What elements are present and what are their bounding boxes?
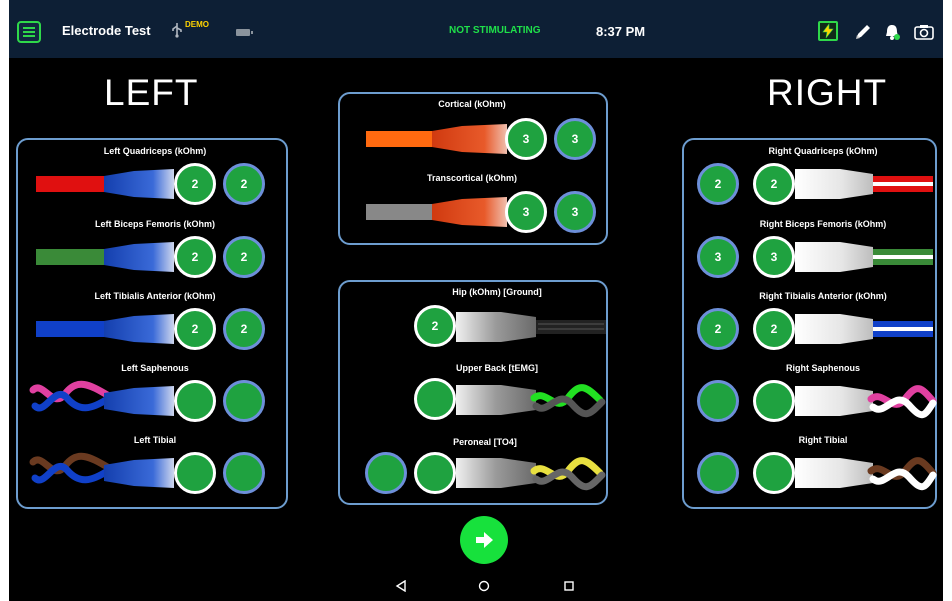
recent-apps-square-icon[interactable] [561,578,577,594]
clock-time: 8:37 PM [596,24,646,39]
electrode-contact[interactable]: 2 [697,163,739,205]
electrode-contact[interactable]: 2 [753,308,795,350]
electrode-contact[interactable] [223,452,265,494]
twisted-wire-pair [29,452,113,484]
channel-label: Peroneal [TO4] [453,437,517,447]
electrode-wire [36,249,106,265]
channel-label: Right Quadriceps (kOhm) [768,146,878,156]
channel-label: Left Tibial [133,435,177,445]
electrode-wire [36,321,106,337]
electrode-contact[interactable] [223,380,265,422]
electrode-contact[interactable]: 3 [505,191,547,233]
twisted-wire-pair [29,380,113,412]
electrode-contact[interactable] [753,452,795,494]
electrode-sleeve [795,169,933,199]
channel-label: Right Tibialis Anterior (kOhm) [759,291,887,301]
channel-label: Left Tibialis Anterior (kOhm) [94,291,216,301]
channel-label: Left Saphenous [121,363,189,373]
hamburger-menu-icon[interactable] [17,21,41,43]
electrode-sleeve [104,169,174,199]
electrode-sleeve [104,314,174,344]
stimulation-status: NOT STIMULATING [449,25,541,36]
usb-icon [171,22,183,38]
back-triangle-icon[interactable] [393,578,409,594]
top-status-bar: Electrode Test DEMO NOT STIMULATING 8:37… [9,0,943,58]
electrode-contact[interactable]: 2 [223,308,265,350]
electrode-wire [36,176,106,192]
app-screen: Electrode Test DEMO NOT STIMULATING 8:37… [9,0,943,601]
channel-label: Cortical (kOhm) [438,99,506,109]
lightning-bolt-icon[interactable] [818,21,838,41]
electrode-sleeve [432,124,507,154]
electrode-contact[interactable]: 2 [223,236,265,278]
channel-label: Left Biceps Femoris (kOhm) [94,219,216,229]
demo-badge: DEMO [185,20,209,29]
electrode-sleeve [795,242,933,272]
system-navigation-bar [9,574,943,601]
right-title: RIGHT [767,72,888,113]
electrode-sleeve [456,457,606,491]
electrode-wire [366,204,434,220]
electrode-sleeve [456,384,606,418]
electrode-contact[interactable] [174,452,216,494]
electrode-sleeve [795,385,937,419]
arrow-right-icon [476,532,493,548]
app-title: Electrode Test [62,23,151,38]
left-title: LEFT [104,72,199,113]
electrode-contact[interactable]: 2 [174,163,216,205]
pencil-icon[interactable] [853,22,873,42]
electrode-contact[interactable] [697,452,739,494]
channel-label: Upper Back [tEMG] [455,363,539,373]
electrode-sleeve [432,197,507,227]
electrode-contact[interactable]: 3 [697,236,739,278]
battery-icon [236,29,253,36]
electrode-contact[interactable] [753,380,795,422]
channel-label: Right Saphenous [786,363,860,373]
electrode-wire [366,131,434,147]
electrode-contact[interactable]: 3 [505,118,547,160]
camera-icon[interactable] [913,23,935,41]
next-button[interactable] [460,516,508,564]
electrode-contact[interactable] [174,380,216,422]
electrode-sleeve [104,386,174,416]
electrode-sleeve [795,457,937,491]
electrode-contact[interactable]: 3 [554,191,596,233]
bell-icon[interactable] [882,22,902,42]
channel-label: Hip (kOhm) [Ground] [452,287,542,297]
electrode-sleeve [795,314,933,344]
electrode-sleeve [104,242,174,272]
electrode-contact[interactable]: 2 [223,163,265,205]
electrode-contact[interactable]: 2 [697,308,739,350]
electrode-contact[interactable]: 3 [554,118,596,160]
channel-label: Right Biceps Femoris (kOhm) [759,219,887,229]
electrode-sleeve [456,312,606,342]
electrode-contact[interactable]: 2 [414,305,456,347]
channel-label: Left Quadriceps (kOhm) [103,146,207,156]
electrode-contact[interactable] [414,378,456,420]
home-circle-icon[interactable] [476,578,492,594]
electrode-contact[interactable]: 2 [174,236,216,278]
electrode-contact[interactable] [697,380,739,422]
electrode-contact[interactable]: 2 [174,308,216,350]
electrode-contact[interactable]: 3 [753,236,795,278]
electrode-sleeve [104,458,174,488]
electrode-contact[interactable] [365,452,407,494]
channel-label: Right Tibial [798,435,848,445]
electrode-contact[interactable] [414,452,456,494]
channel-label: Transcortical (kOhm) [426,173,518,183]
electrode-contact[interactable]: 2 [753,163,795,205]
